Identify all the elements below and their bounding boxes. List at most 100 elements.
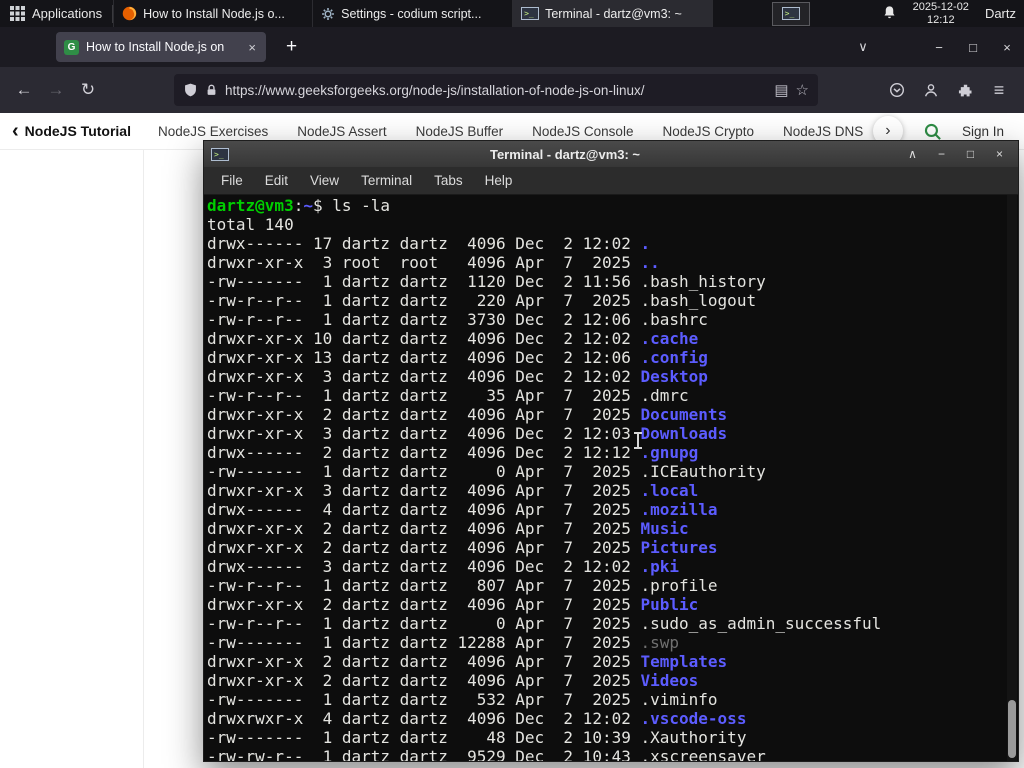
- forward-button[interactable]: →: [40, 75, 72, 105]
- terminal-maximize-button[interactable]: □: [959, 147, 982, 161]
- terminal-content[interactable]: dartz@vm3:~$ ls -la total 140 drwx------ 1…: [204, 195, 1018, 761]
- terminal-close-button[interactable]: ×: [988, 147, 1011, 161]
- terminal-line: drwx------ 3 dartz dartz 4096 Dec 2 12:0…: [207, 557, 680, 576]
- terminal-line: drwxr-xr-x 2 dartz dartz 4096 Apr 7 2025…: [207, 671, 699, 690]
- terminal-line: dartz@vm3:~$ ls -la: [207, 196, 391, 215]
- terminal-line: -rw-r--r-- 1 dartz dartz 220 Apr 7 2025 …: [207, 291, 757, 310]
- panel-user-label: Dartz: [984, 6, 1016, 21]
- chevron-right-icon: ›: [885, 122, 891, 139]
- terminal-output: dartz@vm3:~$ ls -la total 140 drwx------ 1…: [207, 196, 1018, 761]
- terminal-line: drwxr-xr-x 10 dartz dartz 4096 Dec 2 12:…: [207, 329, 699, 348]
- terminal-line: -rw------- 1 dartz dartz 12288 Apr 7 202…: [207, 633, 680, 652]
- site-nav-item[interactable]: NodeJS Console: [532, 124, 633, 139]
- taskbar: How to Install Node.js o... Settings - co…: [113, 0, 714, 27]
- terminal-line: drwxr-xr-x 2 dartz dartz 4096 Apr 7 2025…: [207, 519, 689, 538]
- desktop: Applications How to Install Node.js o...…: [0, 0, 1024, 768]
- menu-hamburger-icon[interactable]: ≡: [982, 75, 1016, 105]
- taskbar-button-firefox[interactable]: How to Install Node.js o...: [113, 0, 314, 27]
- settings-icon: [321, 7, 335, 21]
- taskbar-button-terminal[interactable]: >_ Terminal - dartz@vm3: ~: [513, 0, 714, 27]
- terminal-line: drwxr-xr-x 13 dartz dartz 4096 Dec 2 12:…: [207, 348, 708, 367]
- firefox-icon: [122, 6, 137, 21]
- terminal-menu-help[interactable]: Help: [475, 170, 523, 191]
- applications-menu-button[interactable]: Applications: [0, 0, 112, 27]
- browser-tab[interactable]: G How to Install Node.js on ×: [56, 32, 266, 62]
- site-search-button[interactable]: [923, 122, 942, 141]
- terminal-scrollbar[interactable]: [1007, 195, 1017, 761]
- tab-title: How to Install Node.js on: [86, 40, 225, 54]
- page-sidebar-divider: [143, 150, 144, 768]
- site-nav-item[interactable]: NodeJS DNS: [783, 124, 863, 139]
- site-nav-item[interactable]: NodeJS Assert: [297, 124, 386, 139]
- reload-button[interactable]: ↻: [72, 75, 104, 105]
- terminal-line: drwx------ 2 dartz dartz 4096 Dec 2 12:1…: [207, 443, 699, 462]
- terminal-window[interactable]: >_ Terminal - dartz@vm3: ~ ∧ − □ × File E…: [203, 140, 1019, 762]
- notification-bell-icon[interactable]: [882, 5, 897, 23]
- terminal-menu-terminal[interactable]: Terminal: [351, 170, 422, 191]
- terminal-menu-edit[interactable]: Edit: [255, 170, 298, 191]
- terminal-line: drwxr-xr-x 2 dartz dartz 4096 Apr 7 2025…: [207, 538, 718, 557]
- terminal-line: -rw------- 1 dartz dartz 1120 Dec 2 11:5…: [207, 272, 766, 291]
- chevron-left-icon: ‹: [12, 120, 19, 142]
- url-text[interactable]: https://www.geeksforgeeks.org/node-js/in…: [225, 83, 767, 98]
- terminal-line: -rw-rw-r-- 1 dartz dartz 9529 Dec 2 10:4…: [207, 747, 766, 761]
- pocket-icon[interactable]: [880, 75, 914, 105]
- back-button[interactable]: ←: [8, 75, 40, 105]
- taskbar-button-label: Terminal - dartz@vm3: ~: [545, 6, 682, 21]
- applications-grid-icon: [10, 6, 25, 21]
- site-nav-item[interactable]: NodeJS Crypto: [662, 124, 754, 139]
- terminal-menu-view[interactable]: View: [300, 170, 349, 191]
- terminal-line: -rw------- 1 dartz dartz 0 Apr 7 2025 .I…: [207, 462, 766, 481]
- terminal-line: drwxr-xr-x 2 dartz dartz 4096 Apr 7 2025…: [207, 405, 728, 424]
- terminal-scrollbar-thumb[interactable]: [1008, 700, 1016, 758]
- panel-clock[interactable]: 2025-12-02 12:12: [913, 1, 969, 26]
- tray-terminal-icon[interactable]: >_: [771, 1, 810, 26]
- terminal-menu-file[interactable]: File: [211, 170, 253, 191]
- sign-in-button[interactable]: Sign In: [962, 124, 1004, 139]
- account-icon[interactable]: [914, 75, 948, 105]
- tab-close-icon[interactable]: ×: [246, 40, 258, 55]
- bookmark-star-icon[interactable]: ☆: [796, 81, 809, 99]
- terminal-title: Terminal - dartz@vm3: ~: [489, 146, 641, 162]
- terminal-menu-tabs[interactable]: Tabs: [424, 170, 473, 191]
- reader-mode-icon[interactable]: ▤: [774, 81, 788, 99]
- browser-close-button[interactable]: ×: [990, 40, 1024, 55]
- terminal-line: drwxr-xr-x 3 dartz dartz 4096 Dec 2 12:0…: [207, 424, 728, 443]
- top-panel: Applications How to Install Node.js o...…: [0, 0, 1024, 27]
- terminal-minimize-button[interactable]: −: [930, 147, 953, 161]
- terminal-line: -rw-r--r-- 1 dartz dartz 0 Apr 7 2025 .s…: [207, 614, 882, 633]
- tracking-shield-icon[interactable]: [183, 82, 198, 98]
- site-nav-item[interactable]: NodeJS Buffer: [416, 124, 504, 139]
- terminal-shade-button[interactable]: ∧: [901, 147, 924, 161]
- list-tabs-icon[interactable]: ∨: [846, 39, 880, 55]
- terminal-line: total 140: [207, 215, 294, 234]
- terminal-line: -rw------- 1 dartz dartz 532 Apr 7 2025 …: [207, 690, 718, 709]
- applications-label: Applications: [32, 6, 103, 21]
- taskbar-button-label: Settings - codium script...: [341, 6, 482, 21]
- toolbar-right-icons: ≡: [880, 75, 1016, 105]
- browser-tab-bar: G How to Install Node.js on × + ∨ − □ ×: [0, 27, 1024, 67]
- browser-window-controls: ∨ − □ ×: [846, 39, 1024, 55]
- browser-minimize-button[interactable]: −: [922, 40, 956, 55]
- terminal-line: drwx------ 17 dartz dartz 4096 Dec 2 12:…: [207, 234, 651, 253]
- terminal-line: -rw------- 1 dartz dartz 48 Dec 2 10:39 …: [207, 728, 747, 747]
- site-back-link[interactable]: ‹ NodeJS Tutorial: [0, 121, 131, 141]
- clock-date: 2025-12-02: [912, 1, 969, 13]
- taskbar-button-label: How to Install Node.js o...: [143, 6, 285, 21]
- terminal-line: drwxrwxr-x 4 dartz dartz 4096 Dec 2 12:0…: [207, 709, 747, 728]
- taskbar-button-settings[interactable]: Settings - codium script...: [313, 0, 514, 27]
- browser-maximize-button[interactable]: □: [956, 40, 990, 55]
- clock-time: 12:12: [927, 13, 955, 26]
- text-cursor-icon: [634, 432, 642, 449]
- terminal-titlebar[interactable]: >_ Terminal - dartz@vm3: ~ ∧ − □ ×: [204, 141, 1018, 167]
- lock-icon[interactable]: [205, 83, 218, 97]
- terminal-glyph-icon: >_: [781, 7, 800, 20]
- terminal-line: drwxr-xr-x 2 dartz dartz 4096 Apr 7 2025…: [207, 595, 699, 614]
- extensions-icon[interactable]: [948, 75, 982, 105]
- terminal-line: -rw-r--r-- 1 dartz dartz 3730 Dec 2 12:0…: [207, 310, 708, 329]
- terminal-line: drwx------ 4 dartz dartz 4096 Apr 7 2025…: [207, 500, 718, 519]
- url-bar[interactable]: https://www.geeksforgeeks.org/node-js/in…: [174, 74, 818, 106]
- terminal-line: drwxr-xr-x 3 dartz dartz 4096 Apr 7 2025…: [207, 481, 699, 500]
- site-nav-item[interactable]: NodeJS Exercises: [158, 124, 268, 139]
- new-tab-button[interactable]: +: [280, 36, 303, 58]
